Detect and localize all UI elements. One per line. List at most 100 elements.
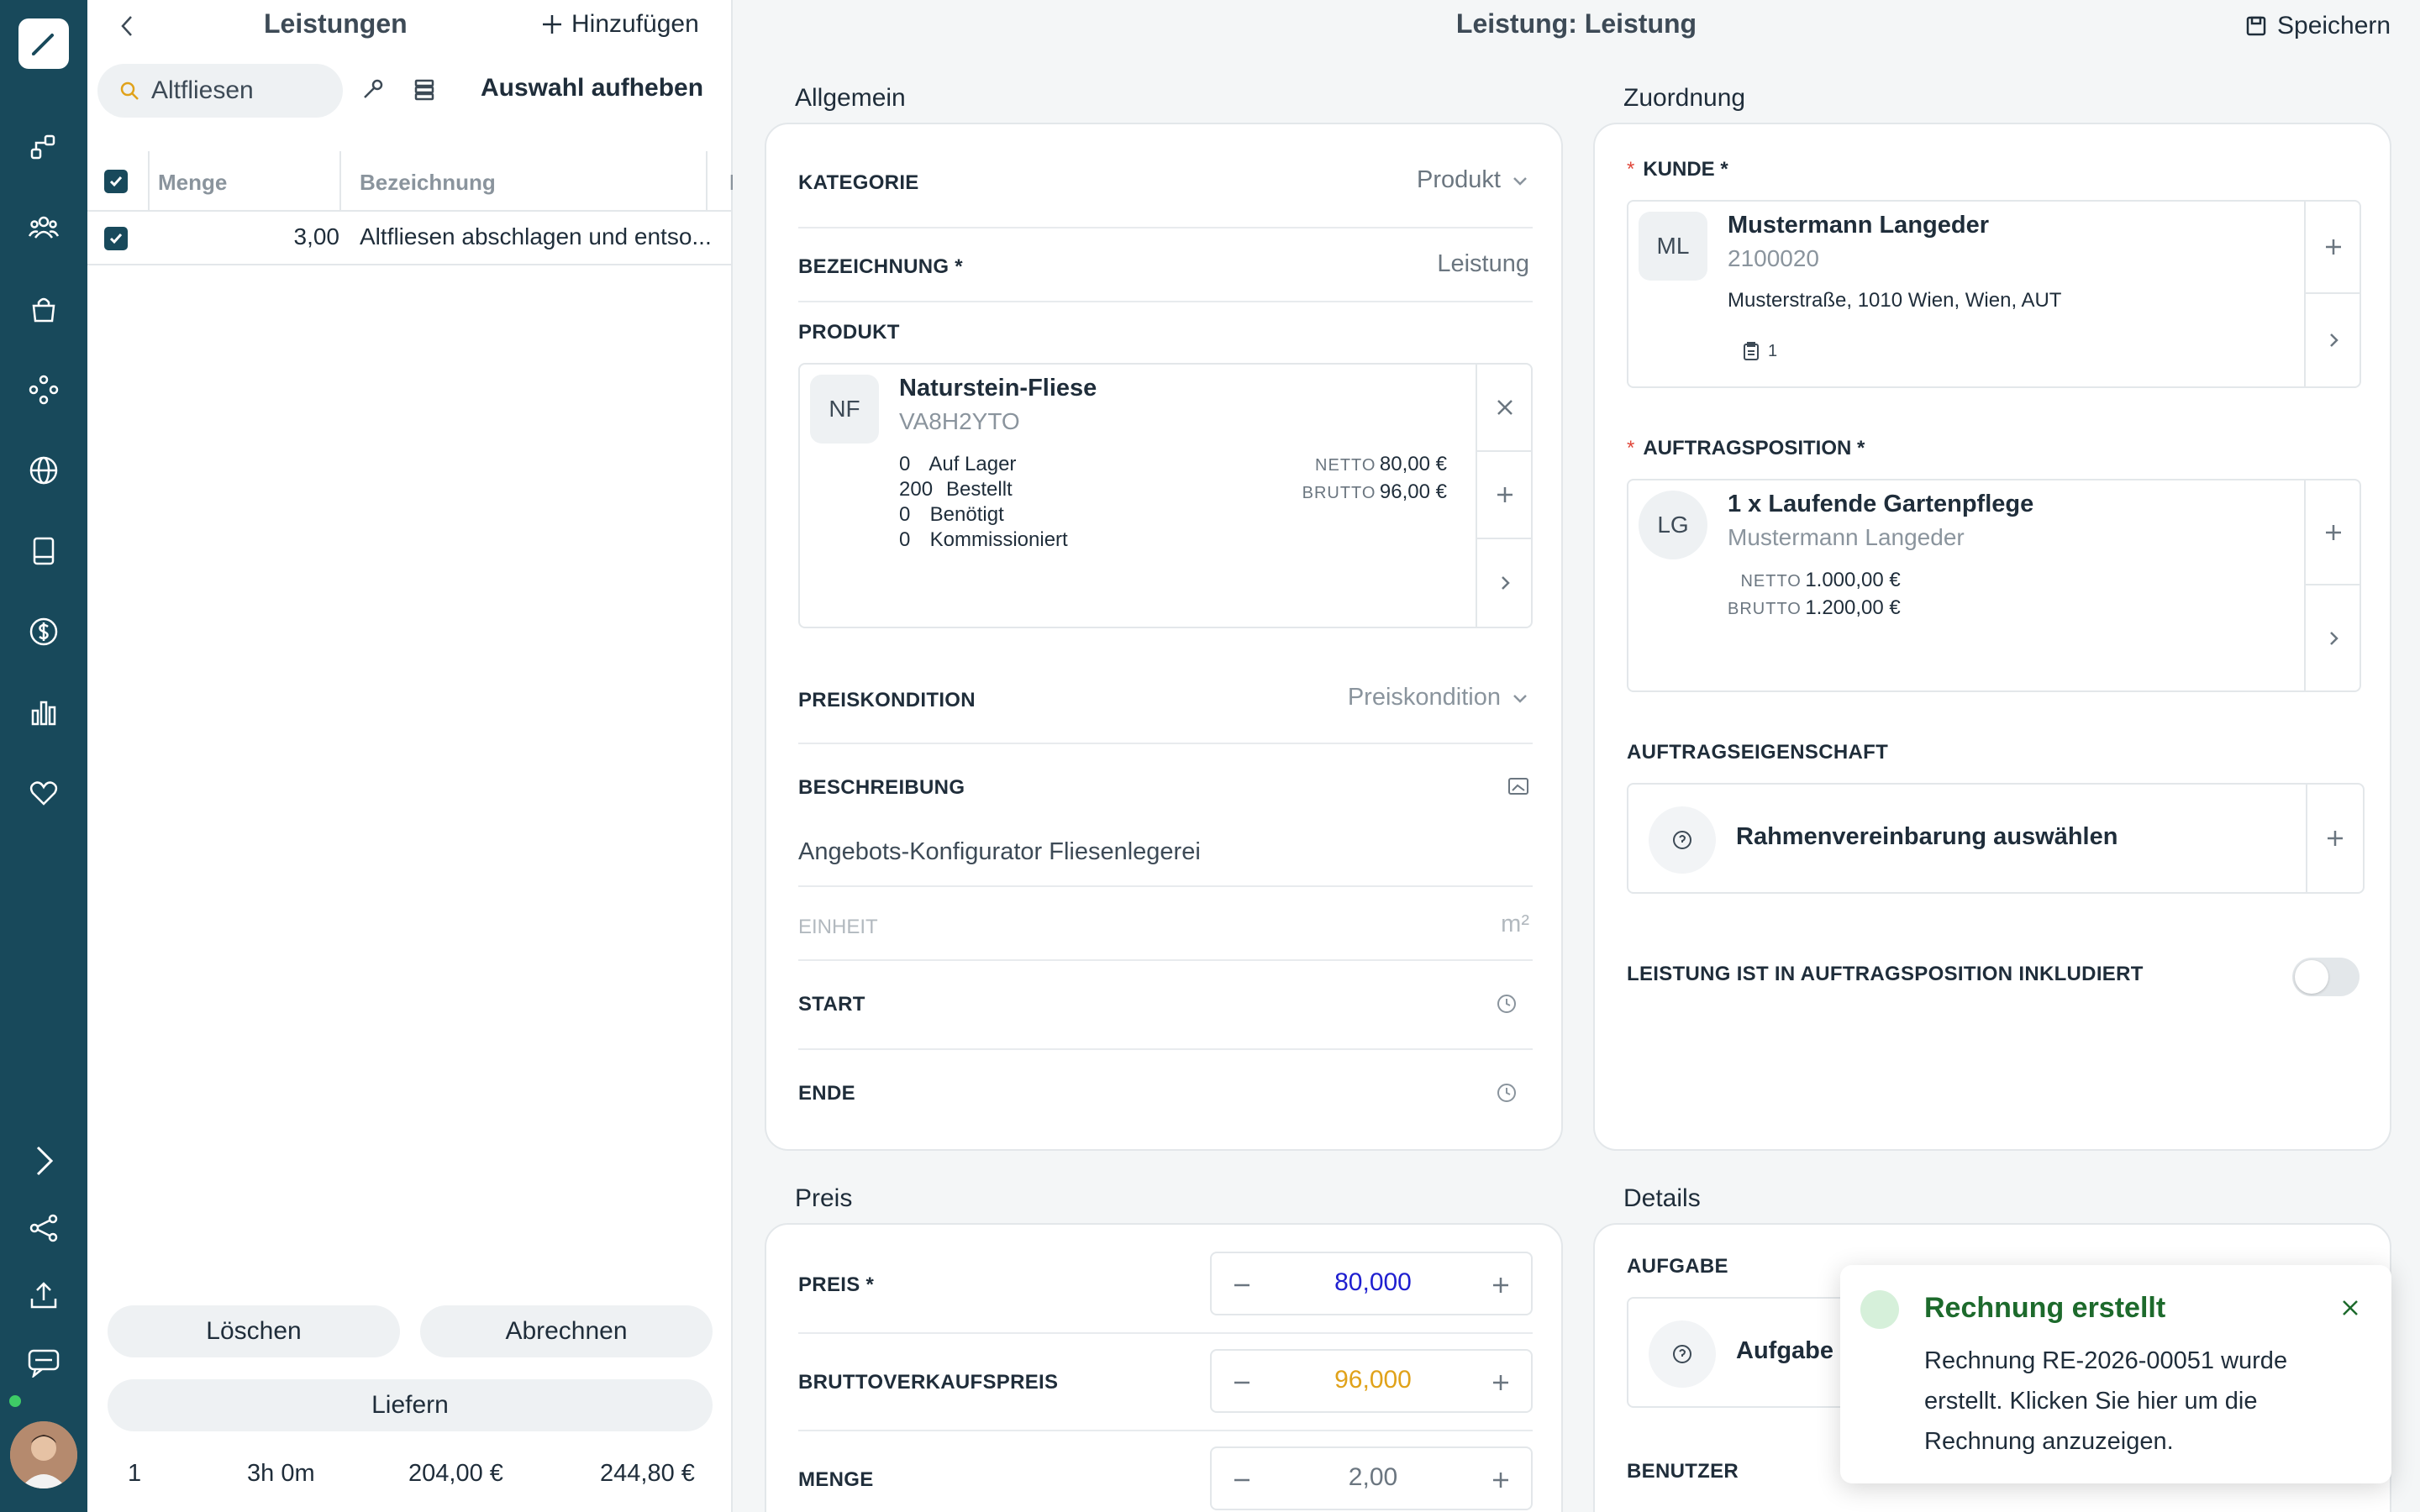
save-button-label: Speichern	[2277, 12, 2391, 39]
chevron-down-icon	[1513, 176, 1527, 186]
add-framework-button[interactable]	[2307, 785, 2363, 892]
clock-icon[interactable]	[1496, 993, 1518, 1015]
user-avatar[interactable]	[10, 1421, 77, 1488]
stock-row: 0 Benötigt	[899, 503, 1004, 526]
stock-row: 200 Bestellt	[899, 478, 1013, 501]
customer-card[interactable]: ML Mustermann Langeder 2100020 Musterstr…	[1627, 200, 2361, 388]
row-name: Altfliesen abschlagen und entso...	[360, 223, 712, 249]
list-footer: 1 3h 0m 204,00 € 244,80 €	[87, 1452, 733, 1502]
network-icon[interactable]	[22, 368, 66, 412]
framework-agreement-select[interactable]: Rahmenvereinbarung auswählen	[1627, 783, 2365, 894]
deliver-button[interactable]: Liefern	[108, 1379, 713, 1431]
online-status-dot	[7, 1393, 24, 1410]
add-customer-button[interactable]	[2306, 202, 2361, 294]
kategorie-select[interactable]: Produkt	[1417, 166, 1529, 194]
bill-button[interactable]: Abrechnen	[420, 1305, 713, 1357]
column-header-bezeichnung[interactable]: Bezeichnung	[360, 170, 496, 196]
menge-input[interactable]: 2,00	[1270, 1463, 1476, 1492]
toast-message[interactable]: Rechnung RE-2026-00051 wurde erstellt. K…	[1924, 1341, 2344, 1462]
expand-chevron-icon[interactable]	[22, 1139, 66, 1183]
check-icon	[109, 234, 123, 244]
column-header-menge[interactable]: Menge	[158, 170, 227, 196]
product-name: Naturstein-Fliese	[899, 375, 1097, 402]
back-chevron-icon[interactable]	[114, 12, 141, 40]
decrement-button[interactable]	[1225, 1463, 1259, 1497]
bar-chart-icon[interactable]	[22, 690, 66, 734]
increment-button[interactable]	[1484, 1463, 1518, 1497]
chat-icon[interactable]	[22, 1341, 66, 1384]
product-code: VA8H2YTO	[899, 408, 1020, 434]
required-star: *	[1627, 158, 1635, 181]
row-checkbox[interactable]	[104, 227, 128, 250]
task-placeholder: Aufgabe a	[1736, 1337, 1854, 1364]
menge-label: MENGE	[798, 1468, 874, 1491]
decrement-button[interactable]	[1225, 1268, 1259, 1302]
brutto-label: BRUTTO	[1728, 600, 1802, 618]
bezeichnung-input[interactable]: Leistung	[1109, 250, 1529, 278]
beschreibung-text[interactable]: Angebots-Konfigurator Fliesenlegerei	[798, 838, 1201, 866]
wrench-icon[interactable]	[358, 76, 387, 104]
add-position-button[interactable]	[2306, 480, 2361, 585]
decrement-button[interactable]	[1225, 1366, 1259, 1399]
inkludiert-toggle[interactable]	[2292, 958, 2360, 996]
book-icon[interactable]	[22, 529, 66, 573]
dollar-icon[interactable]	[22, 610, 66, 654]
increment-button[interactable]	[1484, 1366, 1518, 1399]
image-icon[interactable]	[1507, 776, 1529, 796]
divider	[798, 959, 1533, 961]
kunde-label: KUNDE *	[1643, 158, 1728, 181]
check-icon	[109, 176, 123, 187]
upload-icon[interactable]	[22, 1273, 66, 1317]
order-position-card[interactable]: LG 1 x Laufende Gartenpflege Mustermann …	[1627, 479, 2361, 692]
auftragseigenschaft-label: AUFTRAGSEIGENSCHAFT	[1627, 741, 1889, 764]
close-icon	[1497, 400, 1512, 415]
customer-documents[interactable]: 1	[1743, 341, 1777, 361]
workflow-icon[interactable]	[22, 126, 66, 170]
increment-button[interactable]	[1484, 1268, 1518, 1302]
netto-label: NETTO	[1315, 456, 1376, 475]
footer-gross: 244,80 €	[600, 1460, 695, 1487]
position-customer: Mustermann Langeder	[1728, 524, 1965, 550]
row-qty: 3,00	[293, 223, 340, 249]
preis-input[interactable]: 80,000	[1270, 1268, 1476, 1297]
open-position-button[interactable]	[2306, 585, 2361, 690]
aufgabe-label: AUFGABE	[1627, 1255, 1728, 1278]
footer-time: 3h 0m	[247, 1460, 315, 1487]
invoice-created-toast[interactable]: Rechnung erstellt Rechnung RE-2026-00051…	[1840, 1265, 2391, 1483]
add-button[interactable]: Hinzufügen	[541, 10, 699, 39]
globe-icon[interactable]	[22, 449, 66, 492]
shopping-bag-icon[interactable]	[22, 287, 66, 331]
table-row[interactable]: 3,00 Altfliesen abschlagen und entso...	[87, 212, 733, 265]
close-icon[interactable]	[2338, 1295, 2363, 1320]
delete-button[interactable]: Löschen	[108, 1305, 400, 1357]
preiskondition-select[interactable]: Preiskondition	[1348, 684, 1529, 711]
search-input[interactable]	[151, 76, 319, 105]
add-product-button[interactable]	[1477, 452, 1533, 539]
deselect-button[interactable]: Auswahl aufheben	[481, 74, 703, 102]
search-icon	[120, 81, 139, 100]
select-all-checkbox[interactable]	[104, 170, 128, 193]
open-customer-button[interactable]	[2306, 294, 2361, 386]
save-button[interactable]: Speichern	[2245, 12, 2391, 40]
list-view-icon[interactable]	[410, 76, 439, 104]
brutto-label: BRUTTO	[1302, 484, 1376, 502]
share-icon[interactable]	[22, 1206, 66, 1250]
plus-icon	[1493, 1278, 1508, 1293]
position-name: Laufende Gartenpflege	[1768, 491, 2034, 517]
section-title-details: Details	[1623, 1184, 1701, 1212]
open-product-button[interactable]	[1477, 539, 1533, 627]
floppy-disk-icon	[2246, 16, 2266, 36]
netto-value: 1.000,00 €	[1805, 569, 1901, 591]
users-icon[interactable]	[22, 206, 66, 249]
remove-product-button[interactable]	[1477, 365, 1533, 452]
einheit-value[interactable]: m²	[1501, 911, 1529, 938]
plus-icon	[2326, 524, 2341, 540]
app-logo[interactable]	[18, 18, 69, 69]
heart-icon[interactable]	[22, 771, 66, 815]
clock-icon[interactable]	[1496, 1082, 1518, 1104]
plus-icon	[1493, 1473, 1508, 1488]
brutto-input[interactable]: 96,000	[1270, 1366, 1476, 1394]
customer-name: Mustermann Langeder	[1728, 212, 1989, 239]
product-card[interactable]: NF Naturstein-Fliese VA8H2YTO 0 Auf Lage…	[798, 363, 1533, 628]
plus-icon	[2328, 831, 2343, 846]
